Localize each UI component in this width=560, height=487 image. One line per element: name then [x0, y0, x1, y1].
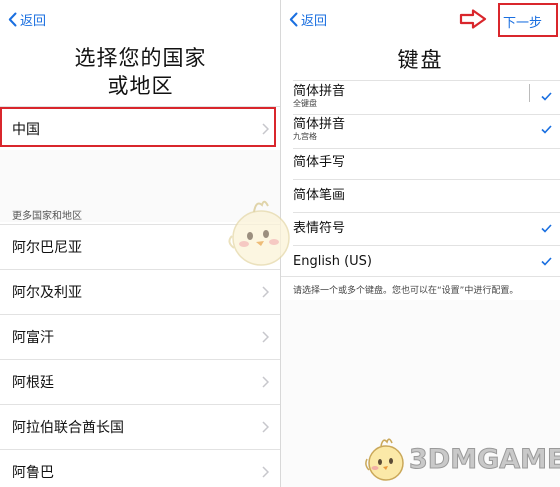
keyboard-label: 表情符号 [293, 221, 346, 236]
page-title-line1: 选择您的国家 [74, 46, 207, 70]
keyboard-row[interactable]: 简体笔画 [281, 188, 560, 212]
back-button[interactable]: 返回 [289, 10, 327, 29]
chevron-right-icon [262, 420, 269, 433]
country-label: 阿富汗 [12, 329, 54, 346]
keyboard-selection-screen: 返回 下一步 键盘 简体拼音 全键盘 简体拼音 九宫格 简体手写 简体笔画 表情… [281, 0, 560, 487]
divider [293, 245, 560, 246]
keyboard-row[interactable]: 简体拼音 九宫格 [281, 117, 560, 147]
divider [293, 148, 560, 149]
mascot-watermark-icon [228, 200, 290, 266]
arrow-right-icon [459, 9, 487, 29]
keyboard-label: English (US) [293, 254, 372, 269]
keyboard-row[interactable]: 简体手写 [281, 155, 560, 179]
next-button[interactable]: 下一步 [503, 12, 542, 31]
country-label: 阿尔巴尼亚 [12, 239, 82, 256]
keyboard-row[interactable]: 简体拼音 全键盘 [281, 84, 560, 114]
checkmark-icon [541, 125, 552, 134]
keyboard-label: 简体手写 [293, 155, 346, 170]
section-label: 更多国家和地区 [12, 211, 82, 222]
mascot-logo-icon [365, 438, 404, 481]
chevron-right-icon [262, 465, 269, 478]
checkmark-icon [541, 257, 552, 266]
checkmark-icon [541, 224, 552, 233]
back-button[interactable]: 返回 [8, 10, 46, 29]
chevron-left-icon [289, 12, 298, 27]
keyboard-sublabel: 全键盘 [293, 99, 317, 108]
country-row[interactable]: 阿根廷 [0, 359, 281, 404]
keyboard-label: 简体拼音 [293, 117, 346, 132]
country-row[interactable]: 阿富汗 [0, 314, 281, 359]
highlight-box [0, 107, 276, 147]
country-label: 阿鲁巴 [12, 464, 54, 481]
logo-text: 3DMGAME [408, 443, 560, 475]
chevron-right-icon [262, 285, 269, 298]
keyboard-label: 简体笔画 [293, 188, 346, 203]
checkmark-icon [541, 92, 552, 101]
divider [281, 276, 560, 277]
keyboard-sublabel: 九宫格 [293, 132, 317, 141]
watermark-logo: 3DMGAME [365, 435, 560, 483]
keyboard-row[interactable]: English (US) [281, 254, 560, 278]
divider [293, 114, 560, 115]
back-label: 返回 [301, 14, 328, 29]
country-label: 阿拉伯联合酋长国 [12, 419, 124, 436]
chevron-right-icon [262, 330, 269, 343]
keyboard-row[interactable]: 表情符号 [281, 221, 560, 245]
divider [293, 212, 560, 213]
country-row[interactable]: 阿拉伯联合酋长国 [0, 404, 281, 449]
page-title-line2: 或地区 [107, 74, 174, 98]
chevron-left-icon [8, 12, 17, 27]
country-label: 阿根廷 [12, 374, 54, 391]
country-row[interactable]: 阿鲁巴 [0, 449, 281, 487]
keyboard-label: 简体拼音 [293, 84, 346, 99]
keyboard-hint: 请选择一个或多个键盘。您也可以在“设置”中进行配置。 [293, 286, 519, 296]
page-title: 键盘 [397, 48, 444, 72]
back-label: 返回 [20, 14, 47, 29]
divider [293, 179, 560, 180]
country-label: 阿尔及利亚 [12, 284, 82, 301]
text-cursor [529, 84, 530, 102]
divider [293, 80, 560, 81]
country-row[interactable]: 阿尔及利亚 [0, 269, 281, 314]
chevron-right-icon [262, 375, 269, 388]
